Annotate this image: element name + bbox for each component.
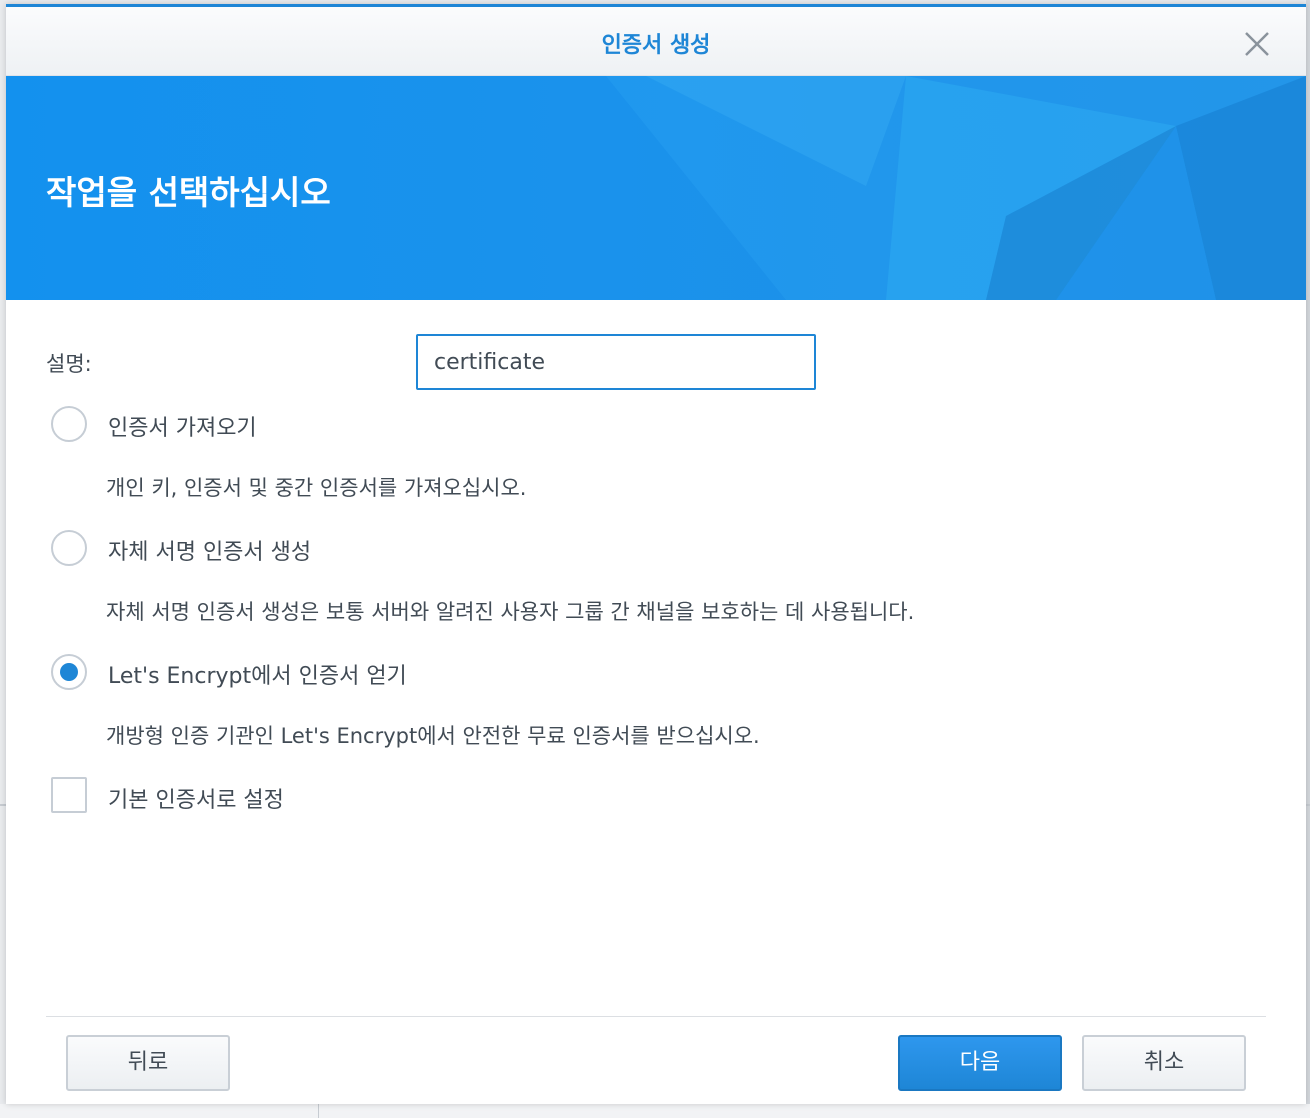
description-input[interactable] [416, 334, 816, 390]
default-certificate-checkbox[interactable] [51, 777, 87, 813]
option-label-lets-encrypt[interactable]: Let's Encrypt에서 인증서 얻기 [108, 658, 407, 690]
radio-lets-encrypt[interactable] [51, 654, 87, 690]
option-description-lets-encrypt: 개방형 인증 기관인 Let's Encrypt에서 안전한 무료 인증서를 받… [106, 724, 760, 748]
description-label: 설명: [46, 352, 92, 376]
create-certificate-dialog: 인증서 생성 작업을 선택하십시오 설명: 인증서 가져오기 개인 키, 인증서… [6, 4, 1306, 1104]
background-divider [318, 1104, 319, 1118]
option-label-import[interactable]: 인증서 가져오기 [108, 410, 257, 442]
background-app-edge [1306, 0, 1310, 1118]
radio-import-certificate[interactable] [51, 406, 87, 442]
radio-selected-dot [60, 663, 78, 681]
cancel-button[interactable]: 취소 [1082, 1035, 1246, 1091]
option-description-self-signed: 자체 서명 인증서 생성은 보통 서버와 알려진 사용자 그룹 간 채널을 보호… [106, 600, 915, 624]
footer-divider [46, 1016, 1266, 1017]
wizard-banner: 작업을 선택하십시오 [6, 76, 1306, 300]
option-label-self-signed[interactable]: 자체 서명 인증서 생성 [108, 534, 311, 566]
default-certificate-label[interactable]: 기본 인증서로 설정 [108, 782, 284, 814]
dialog-content: 설명: 인증서 가져오기 개인 키, 인증서 및 중간 인증서를 가져오십시오.… [6, 300, 1306, 1010]
dialog-titlebar: 인증서 생성 [6, 7, 1306, 76]
close-icon[interactable] [1242, 29, 1272, 59]
dialog-title: 인증서 생성 [601, 33, 711, 58]
back-button[interactable]: 뒤로 [66, 1035, 230, 1091]
banner-title: 작업을 선택하십시오 [46, 173, 331, 212]
radio-self-signed-certificate[interactable] [51, 530, 87, 566]
background-app-bottom [0, 1104, 1310, 1118]
next-button[interactable]: 다음 [898, 1035, 1062, 1091]
option-description-import: 개인 키, 인증서 및 중간 인증서를 가져오십시오. [106, 476, 527, 500]
